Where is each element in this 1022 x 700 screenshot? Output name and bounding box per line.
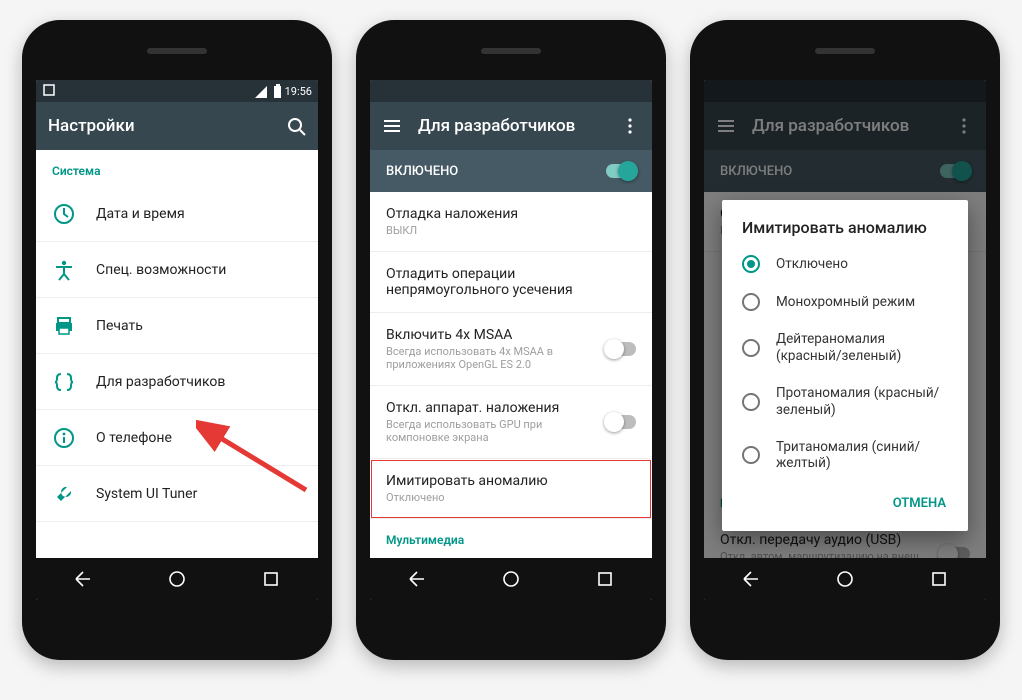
print-icon	[52, 314, 76, 338]
nav-recent-icon[interactable]	[262, 570, 280, 588]
item-label: Печать	[96, 318, 302, 334]
master-switch-bar[interactable]: ВКЛЮЧЕНО	[370, 150, 652, 192]
item-toggle[interactable]	[606, 415, 636, 429]
phone-3: Для разработчиков ВКЛЮЧЕНО Отладка налож…	[690, 20, 1000, 660]
dialog: Имитировать аномалию Отключено Монохромн…	[722, 200, 968, 531]
radio-icon	[742, 293, 760, 311]
master-switch-toggle[interactable]	[606, 164, 636, 178]
item-primary: Включить 4x MSAA	[386, 327, 606, 343]
cancel-button[interactable]: ОТМЕНА	[881, 488, 958, 519]
dialog-option-4[interactable]: Тританомалия (синий/желтый)	[722, 429, 968, 483]
item-secondary: ВЫКЛ	[386, 224, 636, 237]
master-switch-label: ВКЛЮЧЕНО	[386, 164, 458, 179]
item-toggle[interactable]	[606, 342, 636, 356]
devopt-item[interactable]: Отладить операции непрямоугольного усече…	[370, 252, 652, 313]
search-icon[interactable]	[286, 116, 306, 136]
accessibility-icon	[52, 258, 76, 282]
nav-back-icon[interactable]	[74, 570, 92, 588]
item-primary: Откл. аппарат. наложения	[386, 400, 606, 416]
item-secondary: Всегда использовать 4x MSAA в приложения…	[386, 345, 606, 371]
devopt-item[interactable]: Откл. аппарат. наложения Всегда использо…	[370, 386, 652, 459]
info-icon	[52, 426, 76, 450]
dialog-option-label: Монохромный режим	[776, 294, 915, 311]
settings-item-clock[interactable]: Дата и время	[36, 186, 318, 242]
toolbar: Для разработчиков	[370, 102, 652, 150]
settings-list[interactable]: Система Дата и время Спец. возможности П…	[36, 150, 318, 558]
nav-home-icon[interactable]	[168, 570, 186, 588]
statusbar	[370, 80, 652, 102]
dialog-title: Имитировать аномалию	[722, 218, 968, 245]
settings-item-info[interactable]: О телефоне	[36, 410, 318, 466]
item-secondary: Отключено	[386, 491, 636, 504]
radio-icon	[742, 255, 760, 273]
settings-item-braces[interactable]: Для разработчиков	[36, 354, 318, 410]
dialog-option-1[interactable]: Монохромный режим	[722, 283, 968, 321]
page-title: Для разработчиков	[418, 116, 604, 136]
screenshot-icon	[42, 83, 56, 97]
page-title: Настройки	[48, 116, 270, 136]
more-icon[interactable]	[620, 116, 640, 136]
navbar	[704, 558, 986, 600]
braces-icon	[52, 370, 76, 394]
battery-icon	[271, 84, 281, 98]
devopt-item[interactable]: Имитировать аномалию Отключено	[370, 459, 652, 519]
toolbar: Настройки	[36, 102, 318, 150]
item-primary: Имитировать аномалию	[386, 473, 636, 489]
navbar	[370, 558, 652, 600]
nav-home-icon[interactable]	[836, 570, 854, 588]
phone-2: Для разработчиков ВКЛЮЧЕНО Отладка налож…	[356, 20, 666, 660]
devopt-item[interactable]: Отладка наложения ВЫКЛ	[370, 192, 652, 252]
item-label: System UI Tuner	[96, 486, 302, 502]
settings-item-print[interactable]: Печать	[36, 298, 318, 354]
phone-1: 19:56 Настройки Система Дата и время Спе…	[22, 20, 332, 660]
item-label: Спец. возможности	[96, 262, 302, 278]
clock-icon	[52, 202, 76, 226]
item-secondary: Всегда использовать GPU при компоновке э…	[386, 418, 606, 444]
signal-icon	[253, 84, 267, 98]
clock-text: 19:56	[285, 85, 312, 98]
nav-recent-icon[interactable]	[930, 570, 948, 588]
dialog-option-2[interactable]: Дейтераномалия (красный/зеленый)	[722, 321, 968, 375]
menu-icon[interactable]	[382, 116, 402, 136]
radio-icon	[742, 339, 760, 357]
nav-back-icon[interactable]	[408, 570, 426, 588]
dialog-option-label: Дейтераномалия (красный/зеленый)	[776, 331, 948, 365]
section-header-system: Система	[36, 150, 318, 186]
item-primary: Отладить операции непрямоугольного усече…	[386, 266, 636, 298]
dialog-option-label: Тританомалия (синий/желтый)	[776, 439, 948, 473]
screen-3: Для разработчиков ВКЛЮЧЕНО Отладка налож…	[704, 80, 986, 600]
settings-item-accessibility[interactable]: Спец. возможности	[36, 242, 318, 298]
nav-back-icon[interactable]	[742, 570, 760, 588]
devoptions-list[interactable]: Отладка наложения ВЫКЛ Отладить операции…	[370, 192, 652, 558]
nav-recent-icon[interactable]	[596, 570, 614, 588]
screen-1: 19:56 Настройки Система Дата и время Спе…	[36, 80, 318, 600]
screen-2: Для разработчиков ВКЛЮЧЕНО Отладка налож…	[370, 80, 652, 600]
devopt-item[interactable]: Включить 4x MSAA Всегда использовать 4x …	[370, 313, 652, 386]
settings-item-wrench[interactable]: System UI Tuner	[36, 466, 318, 522]
dialog-option-0[interactable]: Отключено	[722, 245, 968, 283]
item-label: Для разработчиков	[96, 374, 302, 390]
dialog-option-label: Отключено	[776, 256, 848, 273]
radio-icon	[742, 446, 760, 464]
radio-icon	[742, 393, 760, 411]
navbar	[36, 558, 318, 600]
dialog-actions: ОТМЕНА	[722, 482, 968, 525]
section-header-multimedia: Мультимедиа	[370, 519, 652, 555]
dialog-option-3[interactable]: Протаномалия (красный/зеленый)	[722, 375, 968, 429]
item-label: Дата и время	[96, 206, 302, 222]
item-primary: Отладка наложения	[386, 206, 636, 222]
statusbar: 19:56	[36, 80, 318, 102]
nav-home-icon[interactable]	[502, 570, 520, 588]
item-label: О телефоне	[96, 430, 302, 446]
wrench-icon	[52, 482, 76, 506]
dialog-option-label: Протаномалия (красный/зеленый)	[776, 385, 948, 419]
